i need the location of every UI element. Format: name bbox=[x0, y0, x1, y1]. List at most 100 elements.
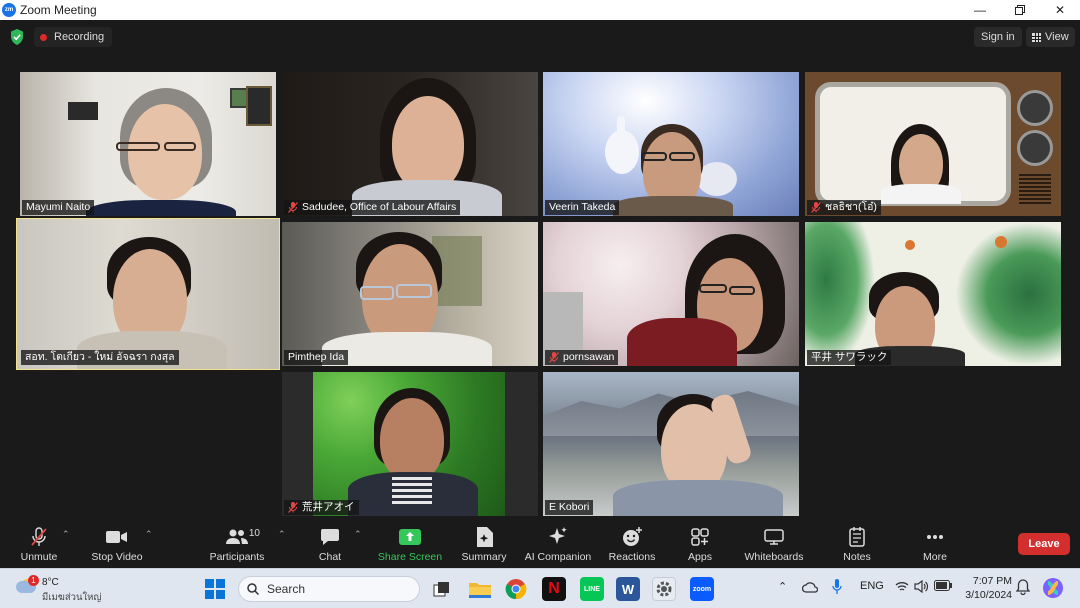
whiteboards-button[interactable]: Whiteboards bbox=[742, 526, 806, 568]
weather-temperature: 8°C bbox=[42, 577, 59, 588]
file-explorer-icon[interactable] bbox=[468, 577, 492, 601]
participant-name-label: Sadudee, Office of Labour Affairs bbox=[284, 200, 461, 215]
apps-button[interactable]: Apps bbox=[686, 526, 714, 568]
participant-name-label: สอท. โตเกียว - ใหม่ อัจฉรา กงสุล bbox=[21, 350, 179, 365]
recording-indicator[interactable]: Recording bbox=[34, 27, 113, 47]
apps-icon bbox=[691, 528, 709, 546]
summary-button[interactable]: Summary bbox=[460, 526, 508, 568]
video-tile[interactable]: Sadudee, Office of Labour Affairs bbox=[282, 72, 538, 216]
ai-sparkle-icon bbox=[549, 527, 567, 544]
participant-name-label: Mayumi Naito bbox=[22, 200, 95, 215]
participant-name-label: Veerin Takeda bbox=[545, 200, 620, 215]
participant-name-label: pornsawan bbox=[545, 350, 619, 365]
close-icon[interactable]: ✕ bbox=[1040, 0, 1080, 20]
reactions-button[interactable]: Reactions bbox=[608, 526, 656, 568]
onedrive-cloud-icon[interactable] bbox=[801, 581, 819, 596]
notification-bell-icon[interactable] bbox=[1015, 579, 1031, 598]
chat-bubble-icon bbox=[321, 529, 339, 545]
more-button[interactable]: More bbox=[918, 526, 952, 568]
search-icon bbox=[247, 583, 259, 595]
windows-start-icon[interactable] bbox=[205, 579, 225, 599]
participant-name-label: Pimthep Ida bbox=[284, 350, 349, 365]
share-screen-icon bbox=[399, 529, 421, 545]
zoom-app-window: zm Zoom Meeting — ✕ Recording Sign in Vi… bbox=[0, 0, 1080, 608]
chat-button[interactable]: Chat bbox=[316, 526, 344, 568]
view-button[interactable]: View bbox=[1026, 27, 1075, 47]
grid-view-icon bbox=[1032, 32, 1041, 42]
video-tile-active-speaker[interactable]: สอท. โตเกียว - ใหม่ อัจฉรา กงสุล bbox=[16, 218, 280, 370]
weather-notification-badge: 1 bbox=[28, 575, 39, 586]
taskbar-search-input[interactable]: Search bbox=[238, 576, 420, 602]
windows-taskbar: 1 8°C มีเมฆส่วนใหญ่ Search N LINE W zoom… bbox=[0, 568, 1080, 608]
language-indicator[interactable]: ENG bbox=[860, 580, 884, 592]
video-tile[interactable]: Mayumi Naito bbox=[20, 72, 276, 216]
meeting-controls-toolbar: Unmute ⌃ Stop Video ⌃ 10 Participants ⌃ … bbox=[0, 522, 1080, 568]
task-view-icon[interactable] bbox=[430, 577, 454, 601]
participants-icon bbox=[226, 529, 248, 544]
whiteboard-icon bbox=[764, 529, 784, 545]
security-shield-icon[interactable] bbox=[10, 29, 24, 45]
video-tile[interactable]: pornsawan bbox=[543, 222, 799, 366]
copilot-icon[interactable] bbox=[1042, 577, 1064, 602]
netflix-icon[interactable]: N bbox=[542, 577, 566, 601]
video-tile[interactable]: E Kobori bbox=[543, 372, 799, 516]
share-screen-button[interactable]: Share Screen bbox=[378, 526, 442, 568]
mic-muted-icon bbox=[31, 527, 47, 546]
more-dots-icon bbox=[927, 535, 943, 539]
participants-count: 10 bbox=[248, 528, 260, 539]
mic-muted-icon bbox=[811, 202, 821, 213]
speaker-volume-icon[interactable] bbox=[914, 579, 929, 596]
chat-options-chevron-icon[interactable]: ⌃ bbox=[354, 529, 362, 539]
wifi-icon[interactable] bbox=[895, 581, 909, 595]
microphone-tray-icon[interactable] bbox=[832, 579, 842, 598]
participant-name-label: ชลธิชา(โอ๋) bbox=[807, 200, 881, 215]
weather-condition: มีเมฆส่วนใหญ่ bbox=[42, 592, 102, 603]
line-icon[interactable]: LINE bbox=[580, 577, 604, 601]
unmute-button[interactable]: Unmute bbox=[18, 526, 60, 568]
mic-muted-icon bbox=[549, 352, 559, 363]
system-clock[interactable]: 7:07 PM 3/10/2024 bbox=[962, 574, 1012, 602]
search-placeholder: Search bbox=[267, 582, 306, 596]
participant-name-label: 平井 サワラック bbox=[807, 350, 892, 365]
window-title: Zoom Meeting bbox=[20, 3, 97, 17]
smiley-reaction-icon bbox=[623, 527, 642, 546]
video-tile[interactable]: 平井 サワラック bbox=[805, 222, 1061, 366]
stop-video-button[interactable]: Stop Video bbox=[90, 526, 144, 568]
zoom-app-icon: zm bbox=[2, 3, 16, 17]
leave-meeting-button[interactable]: Leave bbox=[1018, 533, 1070, 555]
summary-document-icon bbox=[477, 527, 493, 547]
zoom-icon[interactable]: zoom bbox=[690, 577, 714, 601]
title-bar: zm Zoom Meeting — ✕ bbox=[0, 0, 1080, 20]
participants-button[interactable]: 10 Participants bbox=[208, 526, 266, 568]
video-tile[interactable]: Veerin Takeda bbox=[543, 72, 799, 216]
weather-widget[interactable]: 1 8°C มีเมฆส่วนใหญ่ bbox=[14, 573, 124, 605]
restore-icon[interactable] bbox=[1000, 0, 1040, 20]
video-camera-icon bbox=[106, 531, 127, 543]
participant-name-label: 荒井アオイ bbox=[284, 500, 359, 515]
word-icon[interactable]: W bbox=[616, 577, 640, 601]
video-tile[interactable]: 荒井アオイ bbox=[282, 372, 538, 516]
video-options-chevron-icon[interactable]: ⌃ bbox=[145, 529, 153, 539]
notes-button[interactable]: Notes bbox=[840, 526, 874, 568]
clock-time: 7:07 PM bbox=[972, 575, 1012, 587]
clock-date: 3/10/2024 bbox=[965, 589, 1012, 601]
minimize-icon[interactable]: — bbox=[960, 0, 1000, 20]
audio-options-chevron-icon[interactable]: ⌃ bbox=[62, 529, 70, 539]
ai-companion-button[interactable]: AI Companion bbox=[524, 526, 592, 568]
participants-options-chevron-icon[interactable]: ⌃ bbox=[278, 529, 286, 539]
sign-in-button[interactable]: Sign in bbox=[974, 27, 1022, 47]
participant-name-label: E Kobori bbox=[545, 500, 594, 515]
chrome-icon[interactable] bbox=[504, 577, 528, 601]
video-tile[interactable]: ชลธิชา(โอ๋) bbox=[805, 72, 1061, 216]
meeting-top-bar: Recording Sign in View bbox=[0, 20, 1080, 54]
view-label: View bbox=[1045, 31, 1069, 43]
battery-icon[interactable] bbox=[934, 580, 952, 594]
notes-icon bbox=[849, 527, 865, 547]
mic-muted-icon bbox=[288, 202, 298, 213]
show-hidden-icons-chevron-icon[interactable]: ⌃ bbox=[778, 580, 787, 593]
recording-label: Recording bbox=[54, 31, 105, 43]
recording-dot-icon bbox=[40, 33, 47, 41]
settings-icon[interactable] bbox=[652, 577, 676, 601]
video-tile[interactable]: Pimthep Ida bbox=[282, 222, 538, 366]
mic-muted-icon bbox=[288, 502, 298, 513]
